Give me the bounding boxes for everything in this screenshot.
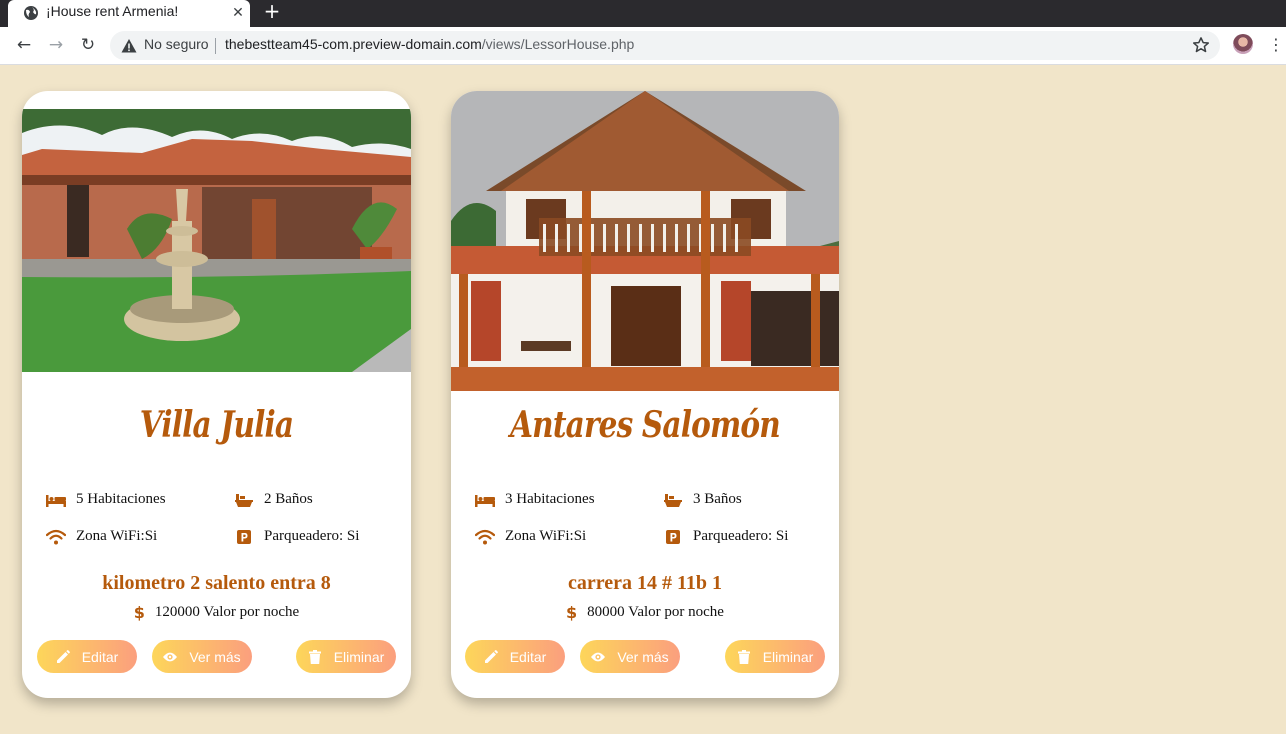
rooms-label: 5 Habitaciones (76, 491, 166, 507)
rooms-label: 3 Habitaciones (505, 491, 595, 507)
price-label: 80000 Valor por noche (587, 604, 724, 620)
price-label: 120000 Valor por noche (154, 604, 300, 620)
house-address: kilometro 2 salento entra 8 (102, 572, 331, 594)
wifi-icon (475, 529, 495, 544)
bookmark-star-icon[interactable] (1192, 36, 1210, 54)
view-more-button-label: Ver más (189, 648, 241, 665)
eye-icon (591, 652, 606, 661)
house-photo (22, 109, 411, 372)
url-host: thebestteam45-com.preview-domain.com (225, 36, 482, 52)
url-text[interactable]: thebestteam45-com.preview-domain.com/vie… (225, 36, 634, 52)
bath-icon (235, 493, 253, 507)
wifi-feature: Zona WiFi:Si (475, 528, 586, 545)
house-address: carrera 14 # 11b 1 (567, 572, 723, 594)
parking-feature: Parqueadero: Si (663, 528, 788, 545)
edit-button[interactable]: Editar (37, 640, 137, 673)
delete-button-label: Eliminar (762, 648, 814, 665)
house-photo (451, 91, 839, 391)
new-tab-button[interactable]: + (262, 0, 282, 24)
house-card: Antares Salomón 3 Habitaciones 3 Baños Z… (451, 91, 839, 698)
wifi-feature: Zona WiFi:Si (46, 528, 157, 545)
baths-feature: 2 Baños (234, 491, 313, 508)
view-more-button-label: Ver más (617, 648, 669, 665)
address-bar[interactable]: No seguro thebestteam45-com.preview-doma… (110, 31, 1220, 60)
back-arrow-icon[interactable]: ← (13, 35, 35, 57)
edit-button-label: Editar (509, 648, 547, 665)
wifi-label: Zona WiFi:Si (505, 528, 587, 544)
edit-button-label: Editar (81, 648, 119, 665)
bed-icon (475, 494, 495, 507)
rooms-feature: 3 Habitaciones (475, 491, 595, 508)
house-price: $ 120000 Valor por noche (22, 603, 411, 622)
parking-icon (666, 529, 680, 544)
parking-label: Parqueadero: Si (693, 528, 789, 544)
tab-title: ¡House rent Armenia! (46, 3, 179, 19)
parking-icon (237, 529, 251, 544)
bath-icon (664, 493, 682, 507)
eye-icon (163, 652, 178, 661)
delete-button[interactable]: Eliminar (725, 640, 825, 673)
rooms-feature: 5 Habitaciones (46, 491, 166, 508)
pencil-icon (484, 649, 498, 663)
kebab-menu-icon[interactable]: ⋮ (1268, 35, 1284, 57)
view-more-button[interactable]: Ver más (580, 640, 680, 673)
warning-icon (121, 39, 137, 53)
baths-label: 3 Baños (693, 491, 742, 507)
house-card: Villa Julia 5 Habitaciones 2 Baños Zona … (22, 91, 411, 698)
delete-button[interactable]: Eliminar (296, 640, 396, 673)
delete-button-label: Eliminar (333, 648, 385, 665)
wifi-icon (46, 529, 66, 544)
security-label[interactable]: No seguro (144, 36, 209, 52)
url-path: /views/LessorHouse.php (481, 36, 635, 52)
view-more-button[interactable]: Ver más (152, 640, 252, 673)
omnibox-divider (215, 38, 216, 54)
house-price: $ 80000 Valor por noche (451, 603, 839, 622)
forward-arrow-icon[interactable]: → (45, 35, 67, 57)
pencil-icon (56, 649, 70, 663)
bed-icon (46, 494, 66, 507)
trash-icon (737, 649, 750, 664)
trash-icon (308, 649, 321, 664)
baths-label: 2 Baños (264, 491, 313, 507)
globe-icon (24, 6, 38, 20)
house-name: Villa Julia (139, 404, 294, 446)
close-tab-icon[interactable]: ✕ (228, 2, 248, 24)
parking-label: Parqueadero: Si (264, 528, 360, 544)
browser-tab-strip: ¡House rent Armenia! ✕ + (0, 0, 1286, 27)
house-name: Antares Salomón (510, 404, 781, 446)
dollar-icon: $ (133, 603, 145, 622)
profile-avatar[interactable] (1233, 34, 1253, 54)
parking-feature: Parqueadero: Si (234, 528, 359, 545)
edit-button[interactable]: Editar (465, 640, 565, 673)
browser-tab[interactable]: ¡House rent Armenia! ✕ (8, 0, 250, 27)
browser-toolbar: ← → ↻ No seguro thebestteam45-com.previe… (0, 27, 1286, 65)
dollar-icon: $ (566, 603, 578, 622)
baths-feature: 3 Baños (663, 491, 742, 508)
wifi-label: Zona WiFi:Si (76, 528, 158, 544)
reload-icon[interactable]: ↻ (77, 35, 99, 57)
